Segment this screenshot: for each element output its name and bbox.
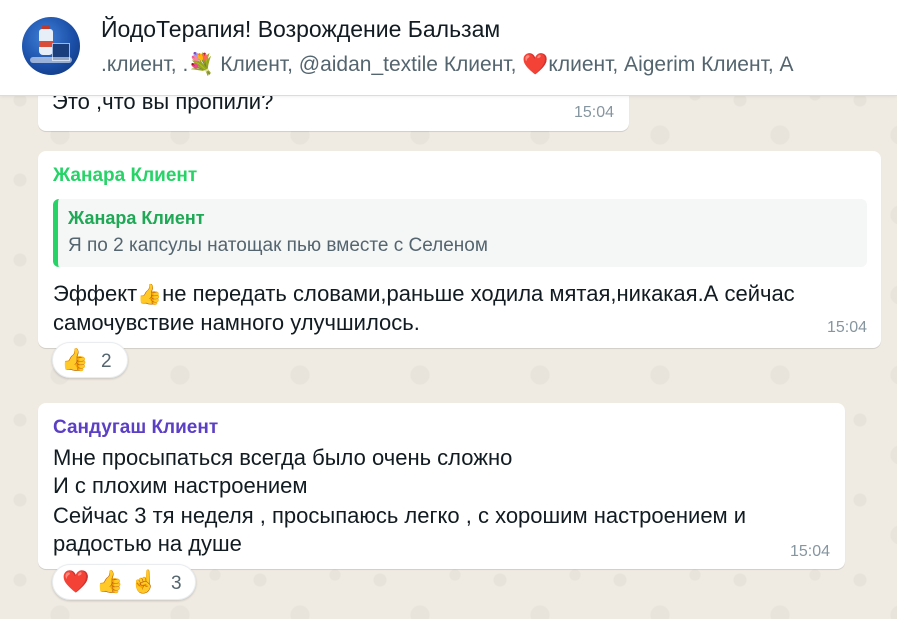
message-time: 15:04 <box>574 104 615 121</box>
quoted-sender-name: Жанара Клиент <box>68 208 205 228</box>
message-bubble[interactable]: Жанара Клиент Жанара Клиент Я по 2 капсу… <box>38 151 881 348</box>
thumbs-up-icon: 👍 <box>61 347 89 372</box>
message-time: 15:04 <box>790 543 831 560</box>
message-time: 15:04 <box>827 319 868 336</box>
message-text-line-1: Мне просыпаться всегда было очень сложно <box>53 445 513 470</box>
chat-header[interactable]: ЙодоТерапия! Возрождение Бальзам .клиент… <box>0 0 897 96</box>
message-text-after-emoji: не передать словами,раньше ходила мятая,… <box>162 281 795 306</box>
avatar-bottle-label <box>39 41 53 47</box>
reactions-pill[interactable]: ❤️ 👍 ☝️ 3 <box>52 564 196 600</box>
reaction-count: 2 <box>101 351 112 372</box>
thumbs-up-icon: 👍 <box>137 284 163 306</box>
message-text-before-emoji: Эффект <box>53 281 138 306</box>
participants-list: .клиент, .💐 Клиент, @aidan_textile Клиен… <box>101 53 794 76</box>
reactions-pill[interactable]: 👍 2 <box>52 342 128 378</box>
quoted-text: Я по 2 капсулы натощак пью вместе с Селе… <box>68 235 488 256</box>
sender-name[interactable]: Жанара Клиент <box>53 165 197 187</box>
thumbs-up-icon: 👍 <box>96 569 124 594</box>
message-text-line-2: И с плохим настроением <box>53 473 308 498</box>
chat-title[interactable]: ЙодоТерапия! Возрождение Бальзам <box>101 16 500 43</box>
pointing-up-icon: ☝️ <box>130 569 158 594</box>
group-avatar[interactable] <box>22 17 80 75</box>
message-bubble[interactable]: Сандугаш Клиент Мне просыпаться всегда б… <box>38 403 845 569</box>
sender-name[interactable]: Сандугаш Клиент <box>53 417 218 439</box>
heart-icon: ❤️ <box>62 569 90 594</box>
quoted-message[interactable]: Жанара Клиент Я по 2 капсулы натощак пью… <box>53 199 867 267</box>
avatar-base <box>30 57 72 63</box>
reaction-count: 3 <box>171 573 182 594</box>
message-text-line-2: самочувствие намного улучшилось. <box>53 310 420 335</box>
message-text-line-1: Эффект👍не передать словами,раньше ходила… <box>53 279 795 310</box>
message-text-line-4: радостью на душе <box>53 531 242 556</box>
message-text-line-3: Сейчас 3 тя неделя , просыпаюсь легко , … <box>53 503 747 528</box>
